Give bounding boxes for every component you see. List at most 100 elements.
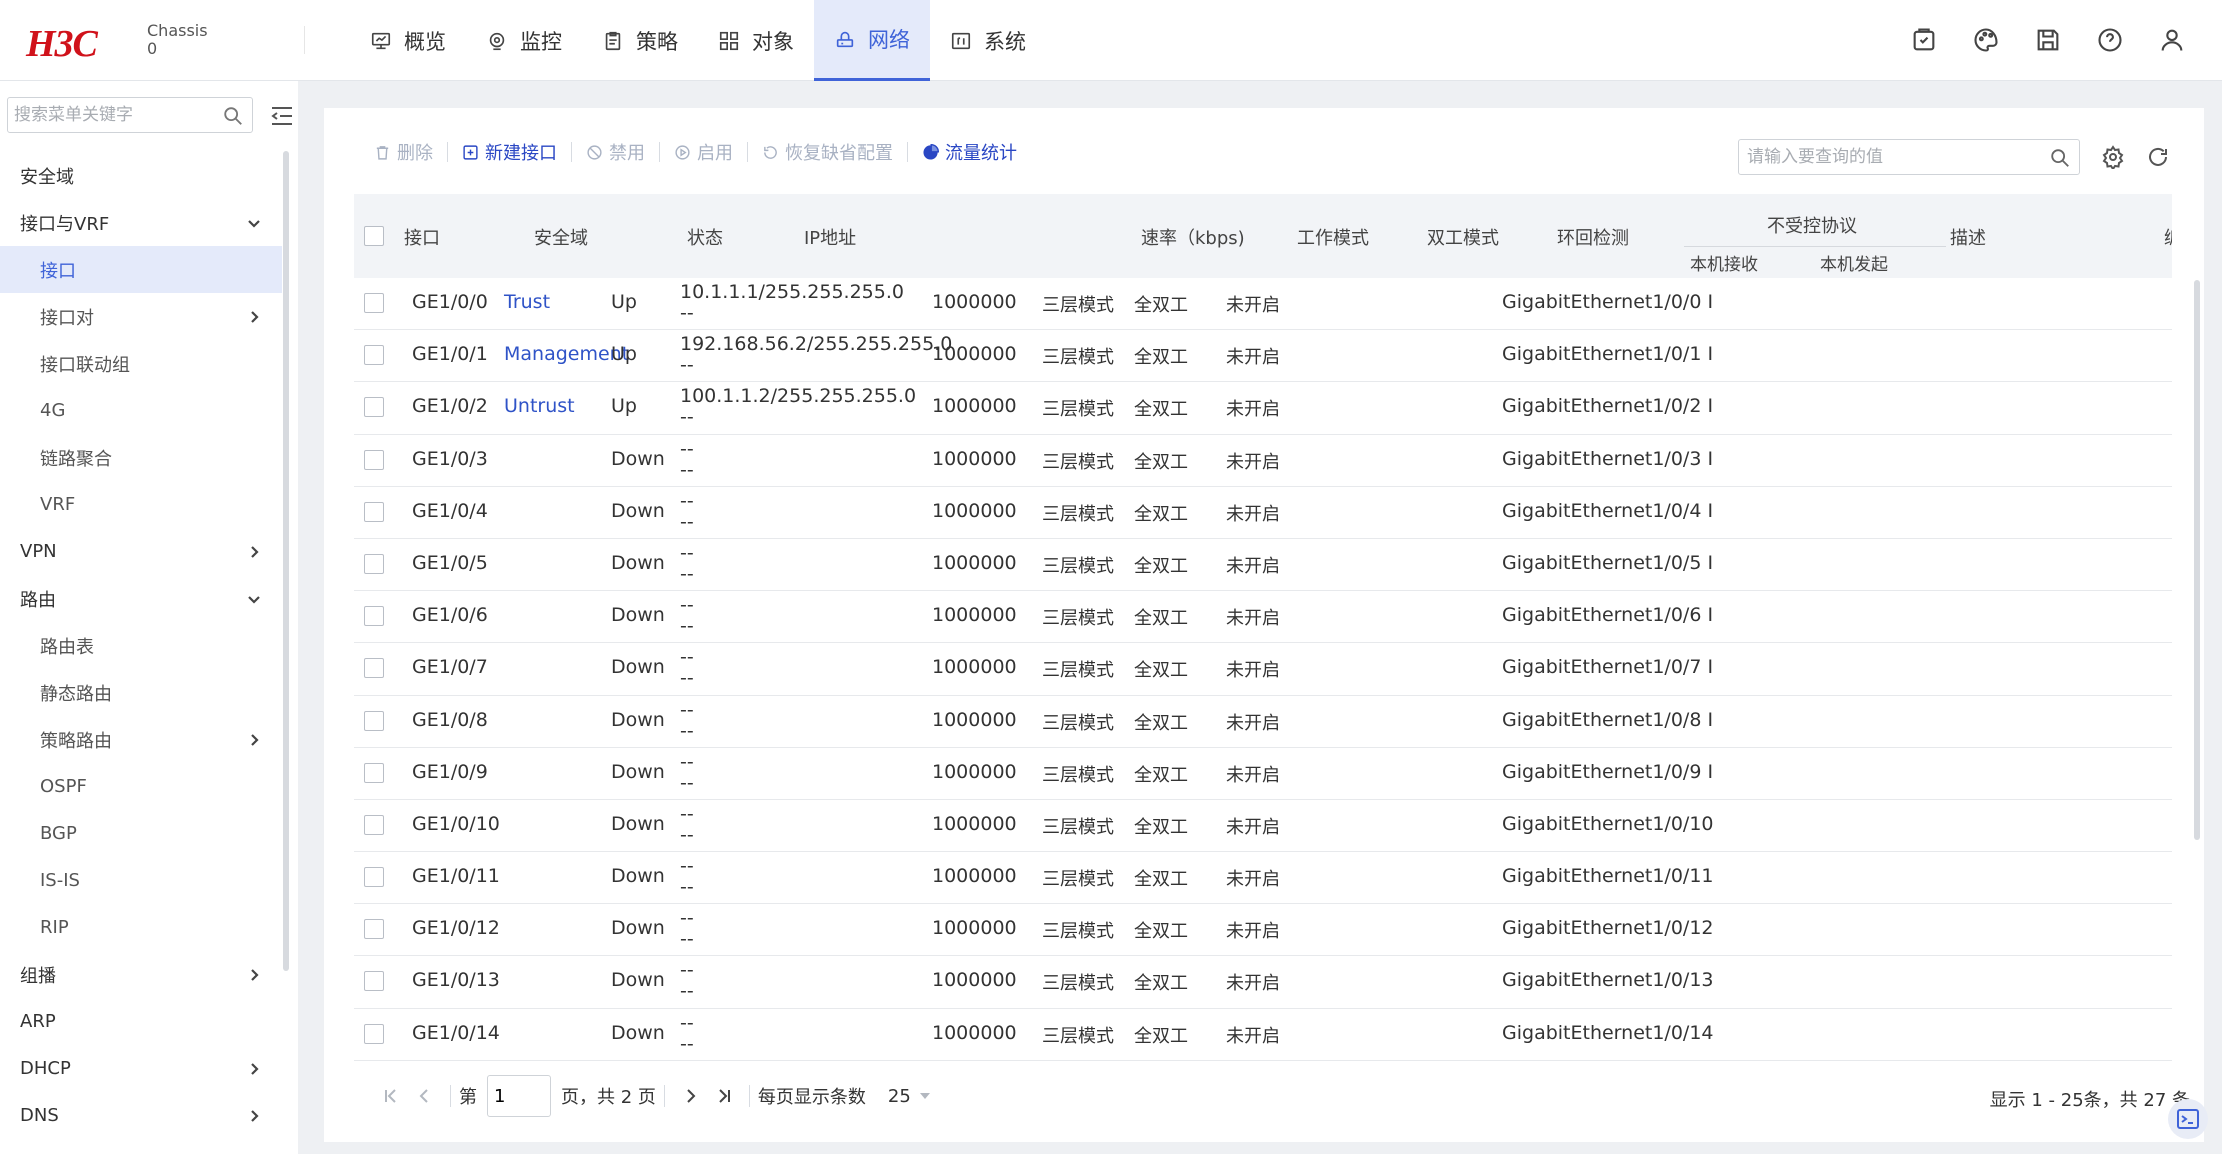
header-duplex[interactable]: 双工模式	[1427, 224, 1499, 250]
nav-system[interactable]: 系统	[930, 0, 1046, 81]
header-status[interactable]: 状态	[687, 224, 723, 250]
sidebar-item[interactable]: 路由表	[0, 622, 282, 669]
per-page-select[interactable]: 25	[888, 1086, 931, 1107]
sidebar-item[interactable]: 路由	[0, 575, 282, 622]
sidebar-item[interactable]: 静态路由	[0, 669, 282, 716]
nav-policy[interactable]: 策略	[582, 0, 698, 81]
disable-button[interactable]: 禁用	[572, 139, 659, 165]
sidebar-item[interactable]: IS-IS	[0, 857, 282, 904]
cell-status: Down	[611, 604, 665, 627]
row-checkbox[interactable]	[364, 814, 384, 835]
row-checkbox[interactable]	[364, 867, 384, 888]
nav-monitor[interactable]: 监控	[466, 0, 582, 81]
sidebar-item[interactable]: ARP	[0, 998, 282, 1045]
row-checkbox[interactable]	[364, 606, 384, 627]
row-checkbox[interactable]	[364, 710, 384, 731]
sidebar-item[interactable]: 链路聚合	[0, 434, 282, 481]
restore-default-button[interactable]: 恢复缺省配置	[748, 139, 907, 165]
table-row[interactable]: GE1/0/4 Down 1000000 三层模式 全双工 未开启 GigabitEther…	[354, 487, 2172, 539]
sidebar-item[interactable]: BGP	[0, 810, 282, 857]
new-interface-button[interactable]: 新建接口	[448, 139, 571, 165]
table-row[interactable]: GE1/0/7 Down 1000000 三层模式 全双工 未开启 GigabitEther…	[354, 643, 2172, 696]
header-interface[interactable]: 接口	[404, 224, 440, 250]
header-local-receive[interactable]: 本机接收	[1690, 250, 1758, 275]
sidebar-item[interactable]: RIP	[0, 904, 282, 951]
delete-button[interactable]: 删除	[374, 139, 447, 165]
nav-network[interactable]: 网络	[814, 0, 930, 81]
table-row[interactable]: GE1/0/10 Down 1000000 三层模式 全双工 未开启 GigabitEthe…	[354, 800, 2172, 853]
table-vertical-scrollbar[interactable]	[2194, 280, 2200, 840]
menu-search-input[interactable]	[8, 98, 208, 132]
row-checkbox[interactable]	[364, 658, 384, 679]
sidebar-item[interactable]: 策略路由	[0, 716, 282, 763]
row-checkbox[interactable]	[364, 553, 384, 574]
table-row[interactable]: GE1/0/8 Down 1000000 三层模式 全双工 未开启 GigabitEther…	[354, 696, 2172, 748]
header-description[interactable]: 描述	[1950, 224, 1986, 250]
row-checkbox[interactable]	[364, 501, 384, 522]
sidebar-scrollbar[interactable]	[283, 151, 289, 971]
prev-page-button[interactable]	[408, 1079, 442, 1113]
row-checkbox[interactable]	[364, 971, 384, 992]
nav-object[interactable]: 对象	[698, 0, 814, 81]
table-row[interactable]: GE1/0/11 Down 1000000 三层模式 全双工 未开启 GigabitEthe…	[354, 852, 2172, 905]
row-checkbox[interactable]	[364, 919, 384, 940]
sidebar-item[interactable]: 安全域	[0, 152, 282, 199]
table-row[interactable]: GE1/0/2 Untrust Up 1000000 三层模式 全双工 未开启 Gigabit…	[354, 382, 2172, 435]
search-icon[interactable]	[2049, 147, 2071, 169]
row-checkbox[interactable]	[364, 345, 384, 366]
help-icon[interactable]	[2096, 26, 2124, 54]
row-checkbox[interactable]	[364, 1023, 384, 1044]
query-input[interactable]	[1739, 140, 2029, 174]
save-config-icon[interactable]	[1910, 26, 1938, 54]
cli-console-button[interactable]	[2168, 1099, 2208, 1139]
sidebar-item[interactable]: 4G	[0, 387, 282, 434]
row-checkbox[interactable]	[364, 397, 384, 418]
table-row[interactable]: GE1/0/13 Down 1000000 三层模式 全双工 未开启 GigabitEthe…	[354, 956, 2172, 1009]
cell-zone[interactable]: Trust	[504, 291, 550, 313]
save-icon[interactable]	[2034, 26, 2062, 54]
search-icon[interactable]	[222, 105, 244, 127]
table-row[interactable]: GE1/0/6 Down 1000000 三层模式 全双工 未开启 GigabitEther…	[354, 591, 2172, 644]
sidebar-item[interactable]: 接口对	[0, 293, 282, 340]
sidebar-item[interactable]: 接口与VRF	[0, 199, 282, 246]
header-ip[interactable]: IP地址	[804, 224, 856, 250]
sidebar-item[interactable]: VPN	[0, 528, 282, 575]
palette-icon[interactable]	[1972, 26, 2000, 54]
header-loopback[interactable]: 环回检测	[1557, 224, 1629, 250]
table-row[interactable]: GE1/0/9 Down 1000000 三层模式 全双工 未开启 GigabitEther…	[354, 748, 2172, 800]
table-row[interactable]: GE1/0/0 Trust Up 1000000 三层模式 全双工 未开启 GigabitEt…	[354, 278, 2172, 331]
header-zone[interactable]: 安全域	[534, 224, 588, 250]
header-speed[interactable]: 速率（kbps)	[1141, 224, 1245, 250]
last-page-button[interactable]	[707, 1079, 741, 1113]
sidebar-item[interactable]: DNS	[0, 1092, 282, 1139]
page-number-input[interactable]	[487, 1075, 551, 1117]
header-work-mode[interactable]: 工作模式	[1297, 224, 1369, 250]
next-page-button[interactable]	[673, 1079, 707, 1113]
sidebar-item[interactable]: 接口	[0, 246, 282, 293]
table-row[interactable]: GE1/0/12 Down 1000000 三层模式 全双工 未开启 GigabitEthe…	[354, 904, 2172, 957]
row-checkbox[interactable]	[364, 293, 384, 313]
select-all-checkbox[interactable]	[364, 226, 384, 246]
sidebar-item[interactable]: 组播	[0, 951, 282, 998]
user-icon[interactable]	[2158, 26, 2186, 54]
header-more[interactable]: 编	[2164, 224, 2172, 250]
sidebar-item[interactable]: VRF	[0, 481, 282, 528]
header-local-send[interactable]: 本机发起	[1820, 250, 1888, 275]
collapse-menu-button[interactable]	[270, 105, 294, 127]
first-page-button[interactable]	[374, 1079, 408, 1113]
table-row[interactable]: GE1/0/14 Down 1000000 三层模式 全双工 未开启 GigabitEthe…	[354, 1009, 2172, 1061]
cell-zone[interactable]: Untrust	[504, 395, 575, 417]
enable-button[interactable]: 启用	[660, 139, 747, 165]
refresh-button[interactable]	[2146, 145, 2170, 169]
nav-overview[interactable]: 概览	[350, 0, 466, 81]
column-settings-button[interactable]	[2101, 145, 2125, 171]
sidebar-item[interactable]: OSPF	[0, 763, 282, 810]
traffic-stats-button[interactable]: 流量统计	[908, 139, 1031, 165]
table-row[interactable]: GE1/0/1 Management Up 1000000 三层模式 全双工 未开启 Giga…	[354, 330, 2172, 383]
sidebar-item[interactable]: 接口联动组	[0, 340, 282, 387]
row-checkbox[interactable]	[364, 449, 384, 470]
sidebar-item[interactable]: DHCP	[0, 1045, 282, 1092]
row-checkbox[interactable]	[364, 762, 384, 783]
table-row[interactable]: GE1/0/5 Down 1000000 三层模式 全双工 未开启 GigabitEther…	[354, 539, 2172, 592]
table-row[interactable]: GE1/0/3 Down 1000000 三层模式 全双工 未开启 GigabitEther…	[354, 435, 2172, 487]
